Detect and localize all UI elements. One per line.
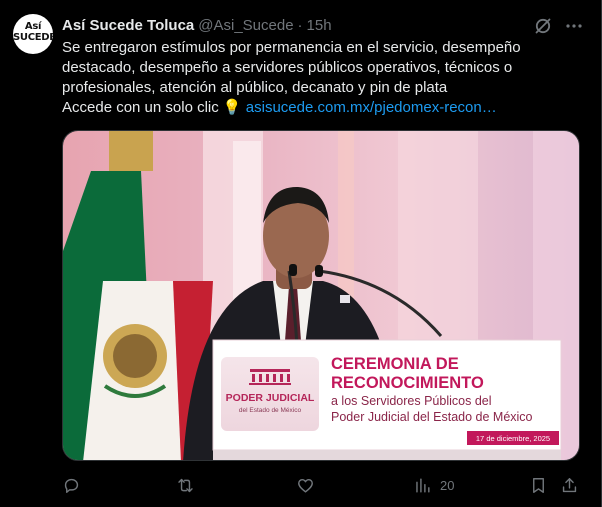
banner-title-line2: RECONOCIMIENTO <box>331 374 484 392</box>
more-options-icon[interactable] <box>564 16 584 36</box>
repost-button[interactable] <box>176 475 203 495</box>
separator-dot: · <box>297 16 303 34</box>
reply-icon <box>64 478 79 493</box>
share-icon <box>562 477 577 492</box>
display-name[interactable]: Así Sucede Toluca <box>62 17 194 34</box>
tweet-text-line: Se entregaron estímulos por permanencia … <box>62 39 521 56</box>
share-button[interactable] <box>560 475 579 495</box>
tweet-text-line: destacado, desempeño a servidores públic… <box>62 59 513 76</box>
like-button[interactable] <box>296 475 323 495</box>
banner-date: 17 de diciembre, 2025 <box>476 434 550 443</box>
tweet-header: Así Sucede Toluca @Asi_Sucede · 15h <box>62 15 332 35</box>
banner-subtitle-line2: Poder Judicial del Estado de México <box>331 410 533 424</box>
views-count: 20 <box>440 477 455 493</box>
repost-icon <box>178 478 193 492</box>
views-chart-icon <box>416 477 430 493</box>
cta-text: Accede con un solo clic <box>62 99 223 116</box>
bookmark-button[interactable] <box>529 475 548 495</box>
tweet-text-line: profesionales, atención al público, deca… <box>62 79 448 96</box>
logo-title: PODER JUDICIAL <box>226 392 315 404</box>
timestamp[interactable]: 15h <box>307 17 332 34</box>
grok-icon[interactable] <box>533 16 553 36</box>
lightbulb-emoji: 💡 <box>222 99 242 116</box>
banner-title-line1: CEREMONIA DE <box>331 355 459 373</box>
views-button[interactable]: 20 <box>413 475 454 495</box>
user-handle[interactable]: @Asi_Sucede <box>198 17 293 34</box>
tweet-media-photo[interactable]: PODER JUDICIAL del Estado de México CERE… <box>62 130 580 461</box>
logo-subtitle: del Estado de México <box>239 407 302 414</box>
reply-button[interactable] <box>62 475 89 495</box>
tweet-card[interactable]: Así SUCEDE Así Sucede Toluca @Asi_Sucede… <box>0 0 602 507</box>
bookmark-icon <box>533 477 544 493</box>
tweet-actions-bar: 20 <box>62 475 582 497</box>
tweet-cta-line: Accede con un solo clic 💡 asisucede.com.… <box>62 98 572 118</box>
banner-subtitle-line1: a los Servidores Públicos del <box>331 394 492 408</box>
tweet-text: Se entregaron estímulos por permanencia … <box>62 38 572 118</box>
article-link[interactable]: asisucede.com.mx/pjedomex-recon… <box>246 99 497 116</box>
avatar[interactable]: Así SUCEDE <box>13 14 53 54</box>
avatar-logo-text: Así SUCEDE <box>13 21 53 43</box>
ceremony-photo: PODER JUDICIAL del Estado de México CERE… <box>63 131 579 460</box>
heart-icon <box>298 478 313 493</box>
